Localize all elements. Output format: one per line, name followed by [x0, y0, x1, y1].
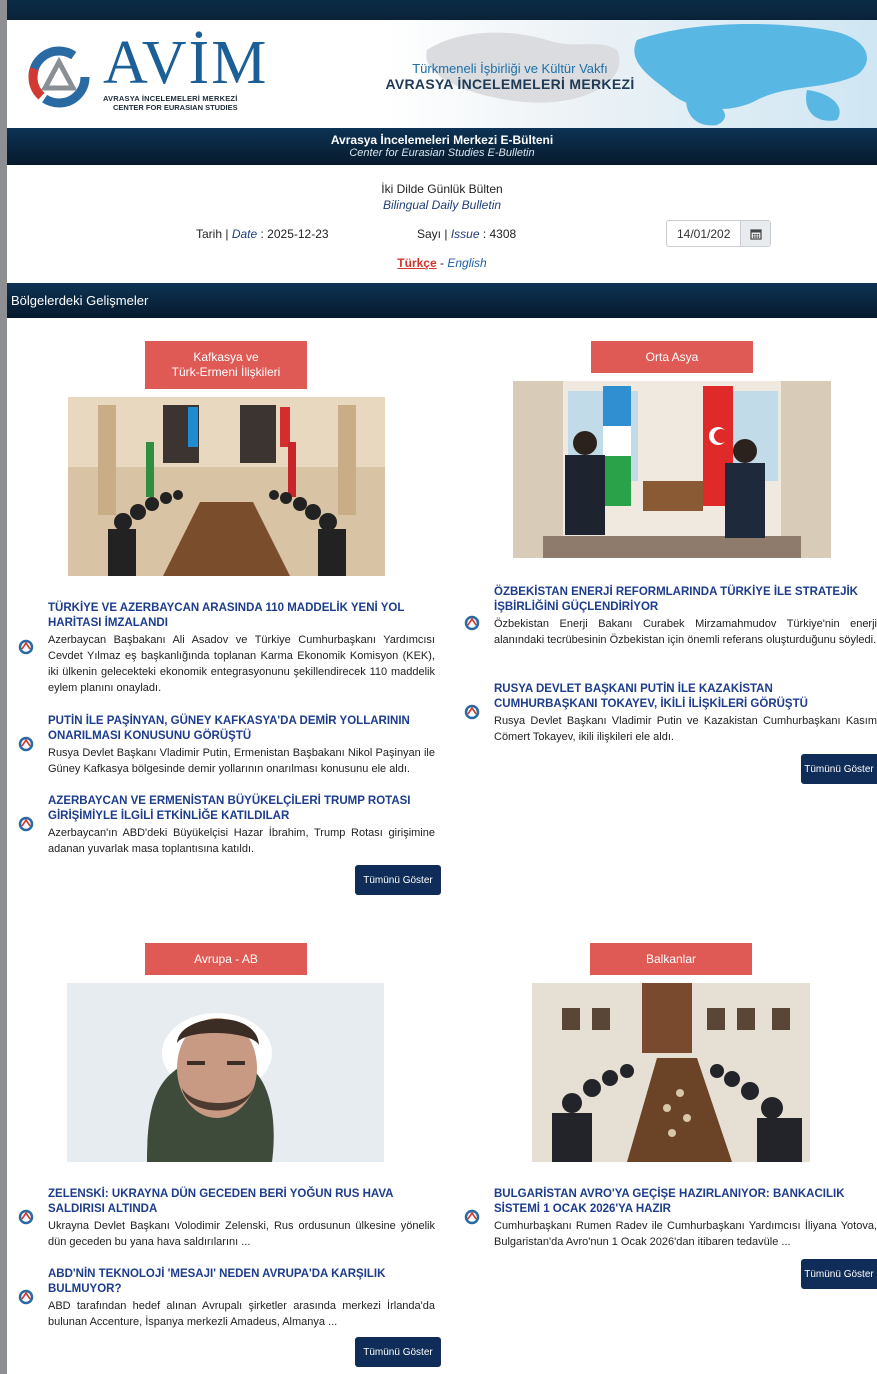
issue-label-tr: Sayı |	[417, 227, 448, 241]
region-tag-line: Kafkasya ve	[193, 350, 259, 364]
news-item[interactable]: PUTİN İLE PAŞİNYAN, GÜNEY KAFKASYA'DA DE…	[18, 714, 435, 777]
news-item[interactable]: ZELENSKİ: UKRAYNA DÜN GECEDEN BERİ YOĞUN…	[18, 1187, 435, 1250]
bulletin-title-bar: Avrasya İncelemeleri Merkezi E-Bülteni C…	[7, 128, 877, 165]
news-summary: ABD tarafından hedef alınan Avrupalı şir…	[48, 1300, 435, 1328]
news-summary: Özbekistan Enerji Bakanı Curabek Mirzama…	[494, 618, 877, 646]
center-name: AVRASYA İNCELEMELERİ MERKEZİ	[385, 76, 635, 92]
calendar-button[interactable]	[740, 221, 770, 246]
central-asia-meeting-photo[interactable]	[513, 381, 831, 558]
date-label-en: Date	[231, 227, 258, 241]
region-tag-central-asia[interactable]: Orta Asya	[591, 341, 753, 373]
news-summary: Cumhurbaşkanı Rumen Radev ile Cumhurbaşk…	[494, 1220, 877, 1248]
news-title[interactable]: ZELENSKİ: UKRAYNA DÜN GECEDEN BERİ YOĞUN…	[48, 1187, 435, 1217]
logo-text: AVİM AVRASYA İNCELEMELERİ MERKEZİ CENTER…	[103, 29, 269, 112]
date-info: Tarih | Date : 2025-12-23	[196, 227, 329, 241]
logo-name: AVİM	[103, 29, 269, 97]
news-title[interactable]: TÜRKİYE VE AZERBAYCAN ARASINDA 110 MADDE…	[48, 601, 435, 631]
language-turkish-link[interactable]: Türkçe	[397, 256, 436, 270]
issue-label-en: Issue	[450, 227, 480, 241]
region-tag-line: Türk-Ermeni İlişkileri	[171, 365, 281, 379]
date-label-tr: Tarih |	[196, 227, 229, 241]
news-bullet-icon	[18, 816, 34, 832]
daily-label-en: Bilingual Daily Bulletin	[382, 198, 502, 212]
show-all-button[interactable]: Tümünü Göster	[801, 1259, 877, 1289]
section-title: Bölgelerdeki Gelişmeler	[11, 293, 149, 308]
news-title[interactable]: ÖZBEKİSTAN ENERJİ REFORMLARINDA TÜRKİYE …	[494, 585, 877, 615]
issue-value: : 4308	[482, 227, 517, 241]
caucasus-meeting-photo[interactable]	[68, 397, 385, 576]
news-bullet-icon	[464, 1209, 480, 1225]
language-switch: Türkçe - English	[7, 256, 877, 270]
news-item[interactable]: TÜRKİYE VE AZERBAYCAN ARASINDA 110 MADDE…	[18, 601, 435, 696]
foundation-name: Türkmeneli İşbirliği ve Kültür Vakfı	[412, 61, 608, 76]
news-bullet-icon	[18, 639, 34, 655]
news-title[interactable]: RUSYA DEVLET BAŞKANI PUTİN İLE KAZAKİSTA…	[494, 682, 877, 712]
left-border	[0, 0, 7, 1374]
date-value: : 2025-12-23	[260, 227, 329, 241]
news-title[interactable]: ABD'NİN TEKNOLOJİ 'MESAJI' NEDEN AVRUPA'…	[48, 1267, 435, 1297]
news-item[interactable]: RUSYA DEVLET BAŞKANI PUTİN İLE KAZAKİSTA…	[464, 682, 877, 745]
logo-subtitle-en: CENTER FOR EURASIAN STUDIES	[113, 103, 238, 112]
bulletin-title-tr: Avrasya İncelemeleri Merkezi E-Bülteni	[330, 133, 554, 147]
section-title-bar: Bölgelerdeki Gelişmeler	[7, 283, 877, 318]
news-item[interactable]: BULGARİSTAN AVRO'YA GEÇİŞE HAZIRLANIYOR:…	[464, 1187, 877, 1250]
region-tag-caucasus[interactable]: Kafkasya ve Türk-Ermeni İlişkileri	[145, 341, 307, 389]
news-summary: Rusya Devlet Başkanı Vladimir Putin, Erm…	[48, 747, 435, 775]
date-picker-input[interactable]: 14/01/202	[677, 227, 730, 241]
daily-bulletin-label: İki Dilde Günlük Bülten Bilingual Daily …	[7, 181, 877, 213]
region-tag-europe[interactable]: Avrupa - AB	[145, 943, 307, 975]
news-summary: Rusya Devlet Başkanı Vladimir Putin ve K…	[494, 715, 877, 743]
news-title[interactable]: PUTİN İLE PAŞİNYAN, GÜNEY KAFKASYA'DA DE…	[48, 714, 435, 744]
news-summary: Azerbaycan Başbakanı Ali Asadov ve Türki…	[48, 634, 435, 694]
region-tag-balkans[interactable]: Balkanlar	[590, 943, 752, 975]
news-item[interactable]: AZERBAYCAN VE ERMENİSTAN BÜYÜKELÇİLERİ T…	[18, 794, 435, 857]
language-english-link[interactable]: English	[447, 256, 486, 270]
date-picker[interactable]: 14/01/202	[666, 220, 771, 247]
calendar-icon	[749, 228, 762, 240]
news-bullet-icon	[464, 615, 480, 631]
news-bullet-icon	[18, 1289, 34, 1305]
news-bullet-icon	[18, 736, 34, 752]
news-bullet-icon	[18, 1209, 34, 1225]
header-center-title: Türkmeneli İşbirliği ve Kültür Vakfı AVR…	[385, 61, 635, 92]
news-summary: Ukrayna Devlet Başkanı Volodimir Zelensk…	[48, 1220, 435, 1248]
news-bullet-icon	[464, 704, 480, 720]
news-title[interactable]: BULGARİSTAN AVRO'YA GEÇİŞE HAZIRLANIYOR:…	[494, 1187, 877, 1217]
header-banner: AVİM AVRASYA İNCELEMELERİ MERKEZİ CENTER…	[7, 20, 877, 128]
show-all-button[interactable]: Tümünü Göster	[355, 1337, 441, 1367]
news-title[interactable]: AZERBAYCAN VE ERMENİSTAN BÜYÜKELÇİLERİ T…	[48, 794, 435, 824]
europe-zelensky-photo[interactable]	[67, 983, 384, 1162]
top-bar	[7, 0, 877, 20]
bulletin-title-en: Center for Eurasian Studies E-Bulletin	[349, 147, 535, 159]
news-item[interactable]: ÖZBEKİSTAN ENERJİ REFORMLARINDA TÜRKİYE …	[464, 585, 877, 648]
language-separator: -	[440, 256, 444, 270]
news-summary: Azerbaycan'ın ABD'deki Büyükelçisi Hazar…	[48, 827, 435, 855]
show-all-button[interactable]: Tümünü Göster	[801, 754, 877, 784]
news-item[interactable]: ABD'NİN TEKNOLOJİ 'MESAJI' NEDEN AVRUPA'…	[18, 1267, 435, 1330]
daily-label-tr: İki Dilde Günlük Bülten	[381, 182, 503, 196]
avim-logo-icon	[28, 46, 90, 108]
show-all-button[interactable]: Tümünü Göster	[355, 865, 441, 895]
balkans-meeting-photo[interactable]	[532, 983, 810, 1162]
issue-info: Sayı | Issue : 4308	[417, 227, 516, 241]
